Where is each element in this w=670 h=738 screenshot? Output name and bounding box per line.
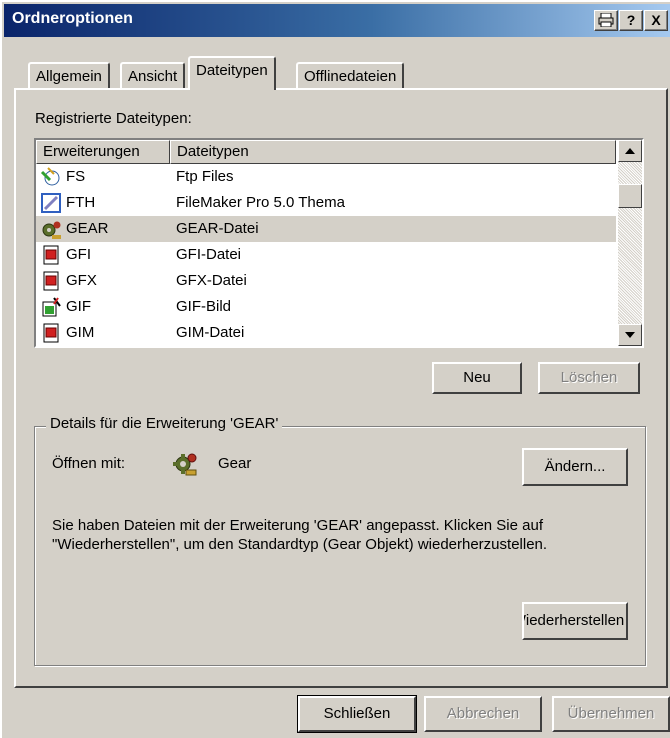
filetype-cell: GFI-Datei [176, 246, 242, 263]
close-button[interactable]: X [644, 10, 668, 31]
filetype-cell: FileMaker Pro 5.0 Thema [176, 194, 345, 211]
file-types-list[interactable]: Erweiterungen Dateitypen FS Ftp Files FTH F… [34, 138, 644, 348]
extension-cell: GFX [66, 272, 97, 289]
vertical-scrollbar[interactable] [618, 140, 642, 346]
list-item[interactable]: GEAR GEAR-Datei [36, 216, 616, 242]
list-header: Erweiterungen Dateitypen [36, 140, 616, 164]
column-header-extensions[interactable]: Erweiterungen [36, 140, 170, 164]
restore-button[interactable]: Wiederherstellen [522, 602, 628, 640]
details-legend: Details für die Erweiterung 'GEAR' [46, 415, 283, 432]
details-description: Sie haben Dateien mit der Erweiterung 'G… [52, 517, 548, 553]
tab-allgemein[interactable]: Allgemein [28, 62, 110, 90]
filetype-cell: GIF-Bild [176, 298, 232, 315]
tab-dateitypen[interactable]: Dateitypen [188, 56, 276, 90]
scroll-up-button[interactable] [618, 140, 642, 162]
scroll-thumb[interactable] [618, 184, 642, 208]
document-icon [40, 244, 62, 266]
extension-cell: GIM [66, 324, 95, 341]
gear-icon [172, 450, 198, 480]
arrow-down-icon [625, 332, 635, 338]
filetype-cell: GFX-Datei [176, 272, 247, 289]
tab-offlinedateien[interactable]: Offlinedateien [296, 62, 405, 90]
open-with-app: Gear [218, 455, 252, 472]
filetype-cell: GEAR-Datei [176, 220, 259, 237]
list-item[interactable]: FS Ftp Files [36, 164, 616, 190]
document-icon [40, 322, 62, 344]
apply-button[interactable]: Übernehmen [552, 696, 670, 732]
gear-icon [40, 218, 62, 240]
list-item[interactable]: FTH FileMaker Pro 5.0 Thema [36, 190, 616, 216]
title-bar: Ordneroptionen ? X [4, 4, 670, 37]
filetype-cell: Ftp Files [176, 168, 234, 185]
ftp-icon [40, 166, 62, 188]
extension-cell: GFI [66, 246, 91, 263]
window-title: Ordneroptionen [12, 10, 133, 27]
close-dialog-button[interactable]: Schließen [297, 695, 417, 733]
scroll-down-button[interactable] [618, 324, 642, 346]
document-icon [40, 270, 62, 292]
extension-cell: FS [66, 168, 86, 185]
open-with-label: Öffnen mit: [52, 455, 126, 472]
print-icon[interactable] [594, 10, 618, 31]
tab-ansicht[interactable]: Ansicht [120, 62, 186, 90]
list-item[interactable]: GIF GIF-Bild [36, 294, 616, 320]
arrow-up-icon [625, 148, 635, 154]
cancel-button[interactable]: Abbrechen [424, 696, 542, 732]
filetype-cell: GIM-Datei [176, 324, 245, 341]
extension-cell: GIF [66, 298, 91, 315]
help-button[interactable]: ? [619, 10, 643, 31]
extension-cell: GEAR [66, 220, 109, 237]
registered-types-label: Registrierte Dateitypen: [35, 110, 192, 127]
filemaker-theme-icon [40, 192, 62, 214]
column-header-filetypes[interactable]: Dateitypen [170, 140, 616, 164]
change-button[interactable]: Ändern... [522, 448, 628, 486]
new-button[interactable]: Neu [432, 362, 522, 394]
list-item[interactable]: GIM GIM-Datei [36, 320, 616, 346]
extension-cell: FTH [66, 194, 96, 211]
folder-options-dialog: Ordneroptionen ? X Allgemein Ansicht Dat… [0, 0, 670, 738]
image-icon [40, 296, 62, 318]
list-item[interactable]: GFI GFI-Datei [36, 242, 616, 268]
list-item[interactable]: GFX GFX-Datei [36, 268, 616, 294]
delete-button[interactable]: Löschen [538, 362, 640, 394]
